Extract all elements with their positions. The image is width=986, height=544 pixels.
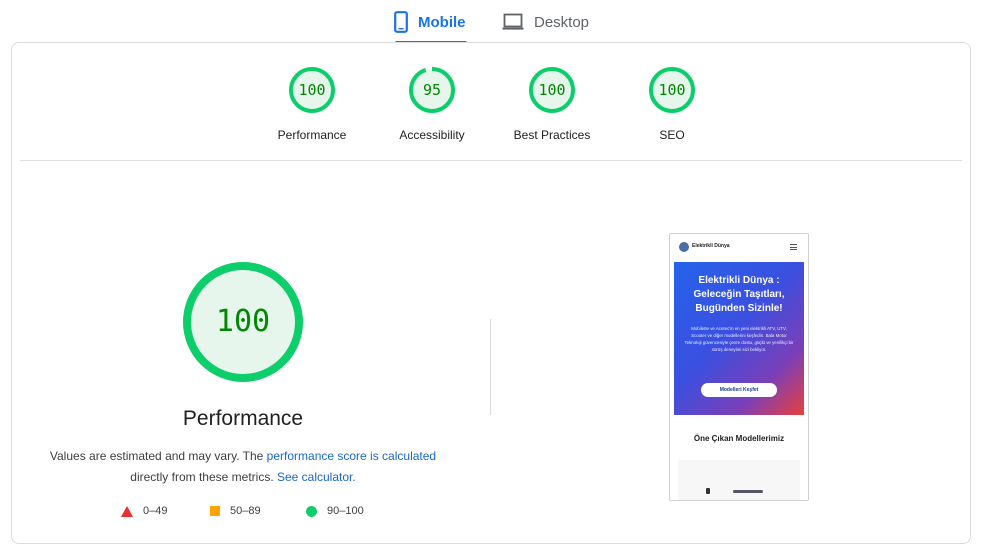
- score-gauge: 95: [408, 66, 456, 114]
- score-value: 100: [298, 81, 326, 99]
- site-logo-icon: [679, 242, 689, 252]
- performance-title: Performance: [182, 407, 304, 430]
- square-icon: [210, 506, 220, 516]
- section-divider: [20, 160, 962, 161]
- performance-score-link[interactable]: performance score is calculated: [267, 449, 436, 463]
- score-gauge: 100: [288, 66, 336, 114]
- category-seo[interactable]: 100 SEO: [597, 66, 747, 142]
- hero-title: Elektrikli Dünya : Geleceğin Taşıtları, …: [693, 275, 785, 314]
- tab-desktop-label: Desktop: [534, 13, 590, 31]
- score-value: 100: [538, 81, 566, 99]
- section-title: Öne Çıkan Modellerimiz: [693, 434, 785, 443]
- screenshot-hero: Elektrikli Dünya : Geleceğin Taşıtları, …: [674, 262, 804, 415]
- performance-score: 100: [215, 304, 271, 339]
- score-value: 100: [658, 81, 686, 99]
- legend-pass: 90–100: [306, 505, 364, 517]
- legend-average: 50–89: [210, 505, 261, 517]
- legend-fail: 0–49: [121, 505, 167, 517]
- final-screenshot[interactable]: Elektrikli Dünya Elektrikli Dünya : Gele…: [669, 233, 809, 501]
- tab-mobile[interactable]: Mobile: [394, 0, 468, 44]
- screenshot-header: Elektrikli Dünya: [670, 234, 808, 260]
- desc-text: Values are estimated and may vary. The: [49, 449, 267, 463]
- site-brand: Elektrikli Dünya: [692, 243, 730, 249]
- circle-icon: [306, 505, 317, 517]
- desc-text: directly from these metrics.: [130, 470, 277, 484]
- score-gauge: 100: [648, 66, 696, 114]
- vertical-divider: [490, 319, 491, 415]
- scooter-image: [706, 488, 710, 494]
- category-label: SEO: [659, 128, 685, 142]
- legend-range: 50–89: [230, 505, 261, 517]
- report-card: 100 Performance 95 Accessibility 100 Bes…: [11, 42, 971, 544]
- hero-button: Modelleri Keşfet: [701, 383, 777, 397]
- model-card: [678, 460, 800, 500]
- report-tabs: Mobile Desktop: [0, 0, 986, 44]
- legend-range: 0–49: [143, 505, 168, 517]
- performance-gauge: 100: [182, 261, 304, 383]
- legend-range: 90–100: [327, 505, 364, 517]
- smartphone-icon: [394, 11, 408, 33]
- laptop-icon: [502, 13, 524, 31]
- see-calculator-link[interactable]: See calculator.: [277, 470, 356, 484]
- tab-desktop[interactable]: Desktop: [502, 0, 589, 44]
- score-gauge: 100: [528, 66, 576, 114]
- triangle-icon: [121, 505, 133, 517]
- hamburger-menu-icon: [790, 244, 797, 252]
- score-description: Values are estimated and may vary. The p…: [46, 446, 440, 488]
- hero-text: Mobilette ve Acetec'in en yeni elektrikl…: [684, 326, 794, 352]
- score-value: 95: [422, 81, 442, 99]
- vehicle-image: [733, 490, 763, 493]
- tab-mobile-label: Mobile: [418, 13, 466, 31]
